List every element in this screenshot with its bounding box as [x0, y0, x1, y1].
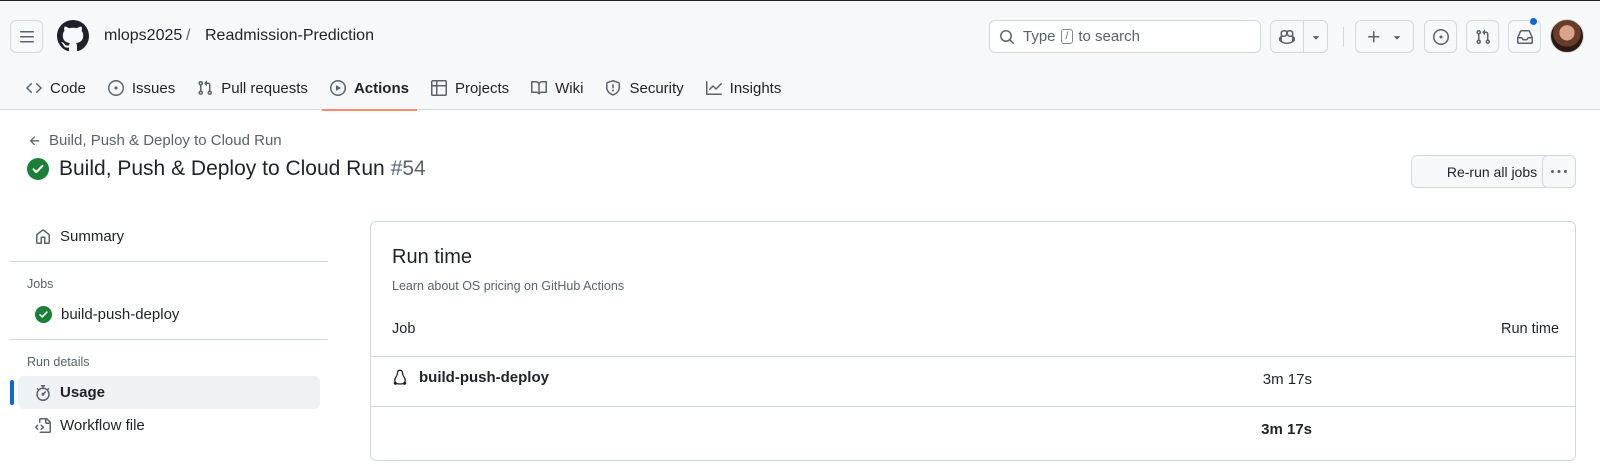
- create-new-button[interactable]: [1355, 20, 1414, 53]
- triangle-down-icon: [1393, 35, 1400, 40]
- sidebar-item-workflow-file[interactable]: Workflow file: [18, 409, 320, 442]
- git-pull-request-icon: [198, 80, 213, 96]
- home-icon: [36, 228, 50, 244]
- page-title: Build, Push & Deploy to Cloud Run: [59, 157, 385, 180]
- menu-button[interactable]: [10, 20, 43, 53]
- search-icon: [1000, 29, 1015, 44]
- inbox-icon: [1516, 29, 1533, 44]
- tab-actions[interactable]: Actions: [321, 73, 417, 111]
- tab-pull-requests[interactable]: Pull requests: [189, 73, 316, 103]
- tab-label: Projects: [454, 79, 510, 97]
- notification-indicator: [1529, 17, 1538, 26]
- tab-wiki[interactable]: Wiki: [523, 73, 591, 103]
- column-header-run-time: Run time: [1501, 321, 1560, 337]
- issue-opened-icon: [1432, 28, 1449, 45]
- search-suffix: to search: [1078, 28, 1141, 45]
- tab-label: Code: [50, 79, 86, 97]
- tab-label: Insights: [729, 79, 782, 97]
- sidebar-item-label: Workflow file: [60, 417, 145, 434]
- header-divider: [1343, 27, 1344, 47]
- table-divider: [371, 406, 1575, 407]
- tab-label: Issues: [131, 79, 176, 97]
- breadcrumb-owner[interactable]: mlops2025: [104, 27, 182, 45]
- git-pull-request-icon: [1475, 29, 1490, 44]
- breadcrumb-separator: /: [186, 27, 191, 44]
- total-run-time: 3m 17s: [1261, 421, 1312, 438]
- sidebar-divider: [10, 339, 328, 340]
- search-input[interactable]: Type / to search: [989, 20, 1261, 53]
- repo-nav: Code Issues Pull requests Actions Projec…: [18, 73, 795, 111]
- check-circle-fill-icon: [27, 158, 49, 180]
- run-number: #54: [390, 157, 426, 180]
- hamburger-icon: [19, 30, 34, 42]
- back-to-workflow-link[interactable]: Build, Push & Deploy to Cloud Run: [28, 132, 282, 149]
- shield-icon: [606, 80, 621, 96]
- your-pull-requests-button[interactable]: [1466, 20, 1499, 53]
- sidebar-heading-run-details: Run details: [27, 355, 90, 369]
- run-sidebar: Summary Jobs build-push-deploy Run detai…: [10, 220, 328, 442]
- graph-icon: [705, 81, 722, 95]
- plus-icon: [1367, 30, 1379, 42]
- sidebar-item-summary[interactable]: Summary: [18, 220, 320, 253]
- copilot-dropdown[interactable]: [1309, 30, 1323, 47]
- book-icon: [531, 80, 548, 95]
- table-icon: [430, 80, 447, 96]
- run-title-row: Build, Push & Deploy to Cloud Run #54: [27, 157, 426, 181]
- stopwatch-icon: [36, 384, 50, 401]
- copilot-button[interactable]: [1279, 29, 1295, 48]
- file-code-icon: [35, 417, 51, 433]
- your-issues-button[interactable]: [1424, 20, 1457, 53]
- copilot-divider: [1303, 21, 1304, 52]
- job-name: build-push-deploy: [419, 369, 549, 386]
- github-logo-icon[interactable]: [57, 20, 89, 52]
- card-title: Run time: [392, 246, 473, 268]
- tab-label: Wiki: [555, 79, 584, 97]
- tab-security[interactable]: Security: [597, 73, 691, 103]
- copilot-icon: [1279, 29, 1295, 45]
- triangle-down-icon: [1312, 36, 1320, 40]
- issue-opened-icon: [107, 80, 124, 96]
- tab-issues[interactable]: Issues: [100, 73, 183, 103]
- os-pricing-link[interactable]: Learn about OS pricing on GitHub Actions: [392, 279, 624, 293]
- play-icon: [329, 80, 346, 96]
- column-header-job: Job: [392, 321, 416, 337]
- sidebar-divider: [10, 261, 328, 262]
- tab-code[interactable]: Code: [18, 73, 94, 103]
- sidebar-item-label: build-push-deploy: [61, 306, 180, 323]
- copilot-button-group: [1270, 20, 1328, 53]
- tab-label: Pull requests: [221, 79, 308, 97]
- table-divider: [371, 356, 1575, 357]
- sidebar-item-usage[interactable]: Usage: [10, 376, 320, 409]
- sidebar-heading-jobs: Jobs: [27, 277, 54, 291]
- user-avatar[interactable]: [1550, 19, 1584, 53]
- global-header: mlops2025 / Readmission-Prediction Type …: [0, 0, 1600, 111]
- usage-card: Run time Learn about OS pricing on GitHu…: [370, 221, 1576, 461]
- tab-projects[interactable]: Projects: [423, 73, 517, 103]
- job-run-time: 3m 17s: [1262, 371, 1312, 388]
- arrow-left-icon: [29, 135, 40, 145]
- sidebar-item-label: Summary: [60, 228, 125, 245]
- check-circle-fill-icon: [35, 306, 52, 323]
- breadcrumb-repo[interactable]: Readmission-Prediction: [205, 27, 374, 45]
- search-shortcut-key: /: [1060, 29, 1074, 44]
- tab-label: Security: [629, 79, 684, 97]
- tab-insights[interactable]: Insights: [698, 73, 790, 103]
- linux-icon: [393, 369, 407, 385]
- table-row-job[interactable]: build-push-deploy: [392, 369, 549, 386]
- code-icon: [26, 82, 42, 94]
- back-link-label: Build, Push & Deploy to Cloud Run: [49, 132, 282, 149]
- sidebar-item-label: Usage: [60, 384, 106, 401]
- search-prefix: Type: [1023, 28, 1056, 45]
- kebab-horizontal-icon: [1551, 169, 1567, 173]
- sidebar-item-job[interactable]: build-push-deploy: [18, 298, 320, 331]
- tab-label: Actions: [353, 79, 409, 97]
- more-options-button[interactable]: [1542, 155, 1576, 188]
